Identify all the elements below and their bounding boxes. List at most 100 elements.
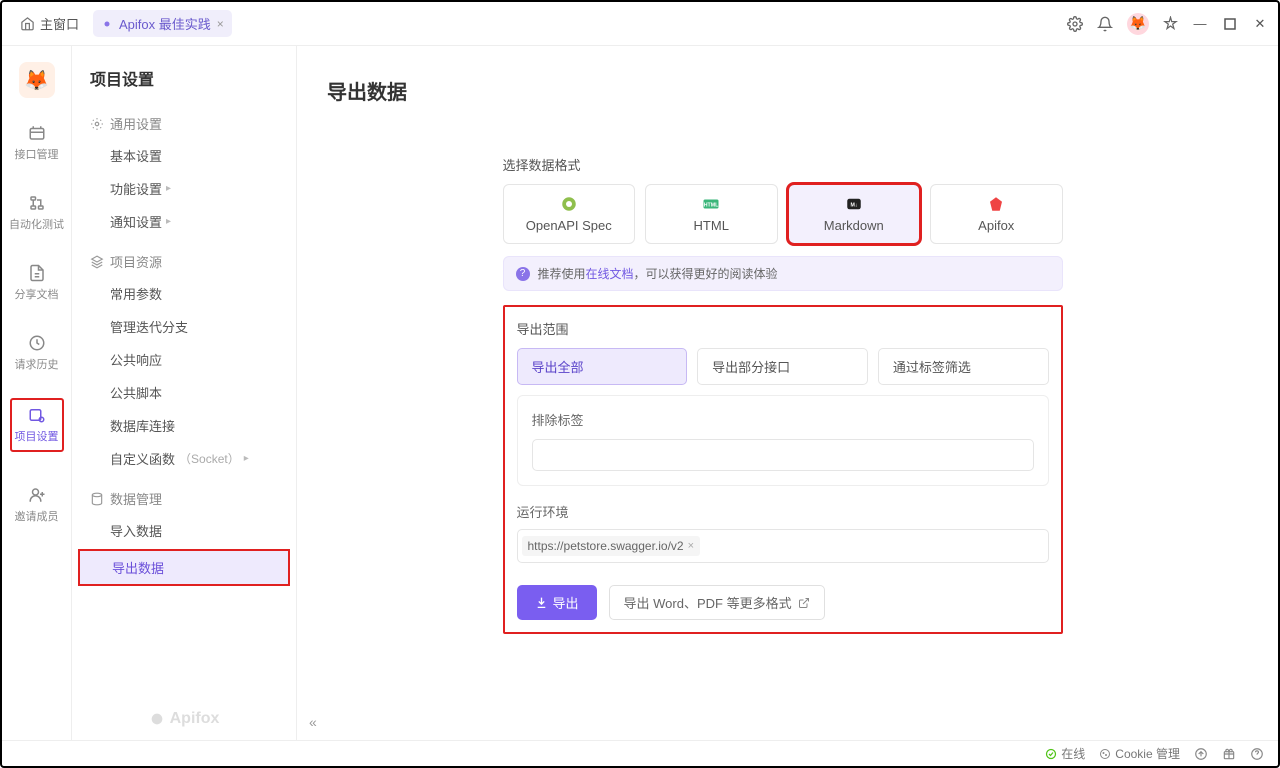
cookie-icon [1099, 748, 1111, 760]
nav-automation[interactable]: 自动化测试 [2, 188, 71, 238]
nav-label: 邀请成员 [15, 508, 59, 524]
nav-label: 分享文档 [15, 286, 59, 302]
nav-project-settings[interactable]: 项目设置 [10, 398, 64, 452]
sparkle-icon [101, 18, 113, 30]
item-basic-settings[interactable]: 基本设置 [72, 139, 296, 172]
export-options-box: 导出范围 导出全部 导出部分接口 通过标签筛选 排除标签 运行环境 https:… [503, 305, 1063, 634]
item-branches[interactable]: 管理迭代分支 [72, 310, 296, 343]
env-label: 运行环境 [517, 502, 1049, 521]
svg-text:M↓: M↓ [850, 202, 857, 208]
html-icon: HTML [702, 195, 720, 213]
titlebar: 主窗口 Apifox 最佳实践 × 🦊 — ✕ [2, 2, 1278, 46]
item-import-data[interactable]: 导入数据 [72, 514, 296, 547]
exclude-panel: 排除标签 [517, 395, 1049, 486]
doc-icon [28, 264, 46, 282]
nav-history[interactable]: 请求历史 [2, 328, 71, 378]
help-icon[interactable] [1250, 747, 1264, 761]
openapi-icon [560, 195, 578, 213]
info-icon: ? [516, 267, 530, 281]
format-apifox[interactable]: Apifox [930, 184, 1063, 244]
brand-watermark: Apifox [72, 710, 296, 728]
flow-icon [28, 194, 46, 212]
collapse-toggle[interactable]: « [309, 714, 317, 730]
item-custom-fn[interactable]: 自定义函数（Socket）▸ [72, 442, 296, 475]
scope-label: 导出范围 [517, 319, 1049, 338]
status-cookie[interactable]: Cookie 管理 [1099, 745, 1180, 762]
markdown-icon: M↓ [845, 195, 863, 213]
item-common-params[interactable]: 常用参数 [72, 277, 296, 310]
bell-icon[interactable] [1097, 16, 1113, 32]
upload-icon[interactable] [1194, 747, 1208, 761]
format-openapi[interactable]: OpenAPI Spec [503, 184, 636, 244]
item-db[interactable]: 数据库连接 [72, 409, 296, 442]
main-window-label: 主窗口 [40, 14, 79, 33]
remove-tag-icon[interactable]: × [688, 540, 694, 552]
close-window-icon[interactable]: ✕ [1252, 16, 1268, 32]
section-data: 数据管理 [72, 483, 296, 514]
format-html[interactable]: HTML HTML [645, 184, 778, 244]
scope-partial[interactable]: 导出部分接口 [697, 348, 868, 385]
box-icon [28, 124, 46, 142]
layers-icon [90, 255, 104, 269]
item-responses[interactable]: 公共响应 [72, 343, 296, 376]
check-circle-icon [1045, 748, 1057, 760]
home-icon [20, 16, 35, 31]
pin-icon[interactable] [1163, 16, 1178, 31]
item-scripts[interactable]: 公共脚本 [72, 376, 296, 409]
format-label: 选择数据格式 [503, 155, 1063, 174]
item-feature-settings[interactable]: 功能设置▸ [72, 172, 296, 205]
user-plus-icon [28, 486, 46, 504]
avatar[interactable]: 🦊 [1127, 13, 1149, 35]
format-grid: OpenAPI Spec HTML HTML M↓ Markdown Apifo… [503, 184, 1063, 244]
side-panel: 项目设置 通用设置 基本设置 功能设置▸ 通知设置▸ 项目资源 常用参数 管理迭… [72, 46, 297, 740]
side-panel-title: 项目设置 [72, 66, 296, 104]
maximize-icon[interactable] [1222, 16, 1238, 32]
tab-apifox-practice[interactable]: Apifox 最佳实践 × [93, 10, 232, 37]
nav-share-doc[interactable]: 分享文档 [2, 258, 71, 308]
tip-bar: ? 推荐使用在线文档，可以获得更好的阅读体验 [503, 256, 1063, 291]
minimize-icon[interactable]: — [1192, 16, 1208, 32]
apifox-icon [987, 195, 1005, 213]
section-general: 通用设置 [72, 108, 296, 139]
database-icon [90, 492, 104, 506]
nav-label: 请求历史 [15, 356, 59, 372]
download-icon [535, 596, 548, 609]
main-window-button[interactable]: 主窗口 [12, 10, 87, 37]
nav-label: 项目设置 [15, 428, 59, 444]
nav-invite[interactable]: 邀请成员 [2, 480, 71, 530]
item-notify-settings[interactable]: 通知设置▸ [72, 205, 296, 238]
page-title: 导出数据 [327, 76, 1238, 105]
export-button[interactable]: 导出 [517, 585, 597, 620]
chevron-right-icon: ▸ [244, 453, 249, 464]
export-more-button[interactable]: 导出 Word、PDF 等更多格式 [609, 585, 825, 620]
exclude-input[interactable] [532, 439, 1034, 471]
external-link-icon [798, 597, 810, 609]
left-nav: 🦊 接口管理 自动化测试 分享文档 请求历史 项目设置 [2, 46, 72, 740]
clock-icon [28, 334, 46, 352]
close-icon[interactable]: × [217, 17, 224, 31]
nav-label: 自动化测试 [9, 216, 64, 232]
format-markdown[interactable]: M↓ Markdown [788, 184, 921, 244]
settings-icon [28, 406, 46, 424]
env-input[interactable]: https://petstore.swagger.io/v2 × [517, 529, 1049, 563]
scope-by-tag[interactable]: 通过标签筛选 [878, 348, 1049, 385]
item-export-data[interactable]: 导出数据 [78, 549, 290, 586]
gear-icon [90, 117, 104, 131]
status-bar: 在线 Cookie 管理 [2, 740, 1278, 766]
gear-icon[interactable] [1067, 16, 1083, 32]
nav-label: 接口管理 [15, 146, 59, 162]
status-online[interactable]: 在线 [1045, 745, 1085, 762]
section-resources: 项目资源 [72, 246, 296, 277]
nav-api-manage[interactable]: 接口管理 [2, 118, 71, 168]
tab-label: Apifox 最佳实践 [119, 14, 211, 33]
env-tag[interactable]: https://petstore.swagger.io/v2 × [522, 536, 701, 556]
svg-text:HTML: HTML [704, 202, 719, 208]
tip-link[interactable]: 在线文档 [586, 267, 634, 281]
app-logo[interactable]: 🦊 [19, 62, 55, 98]
exclude-label: 排除标签 [532, 410, 1034, 429]
gift-icon[interactable] [1222, 747, 1236, 761]
fox-icon [149, 711, 165, 727]
scope-all[interactable]: 导出全部 [517, 348, 688, 385]
chevron-right-icon: ▸ [166, 183, 171, 194]
content-area: 导出数据 选择数据格式 OpenAPI Spec HTML HTML M↓ Ma… [297, 46, 1278, 740]
